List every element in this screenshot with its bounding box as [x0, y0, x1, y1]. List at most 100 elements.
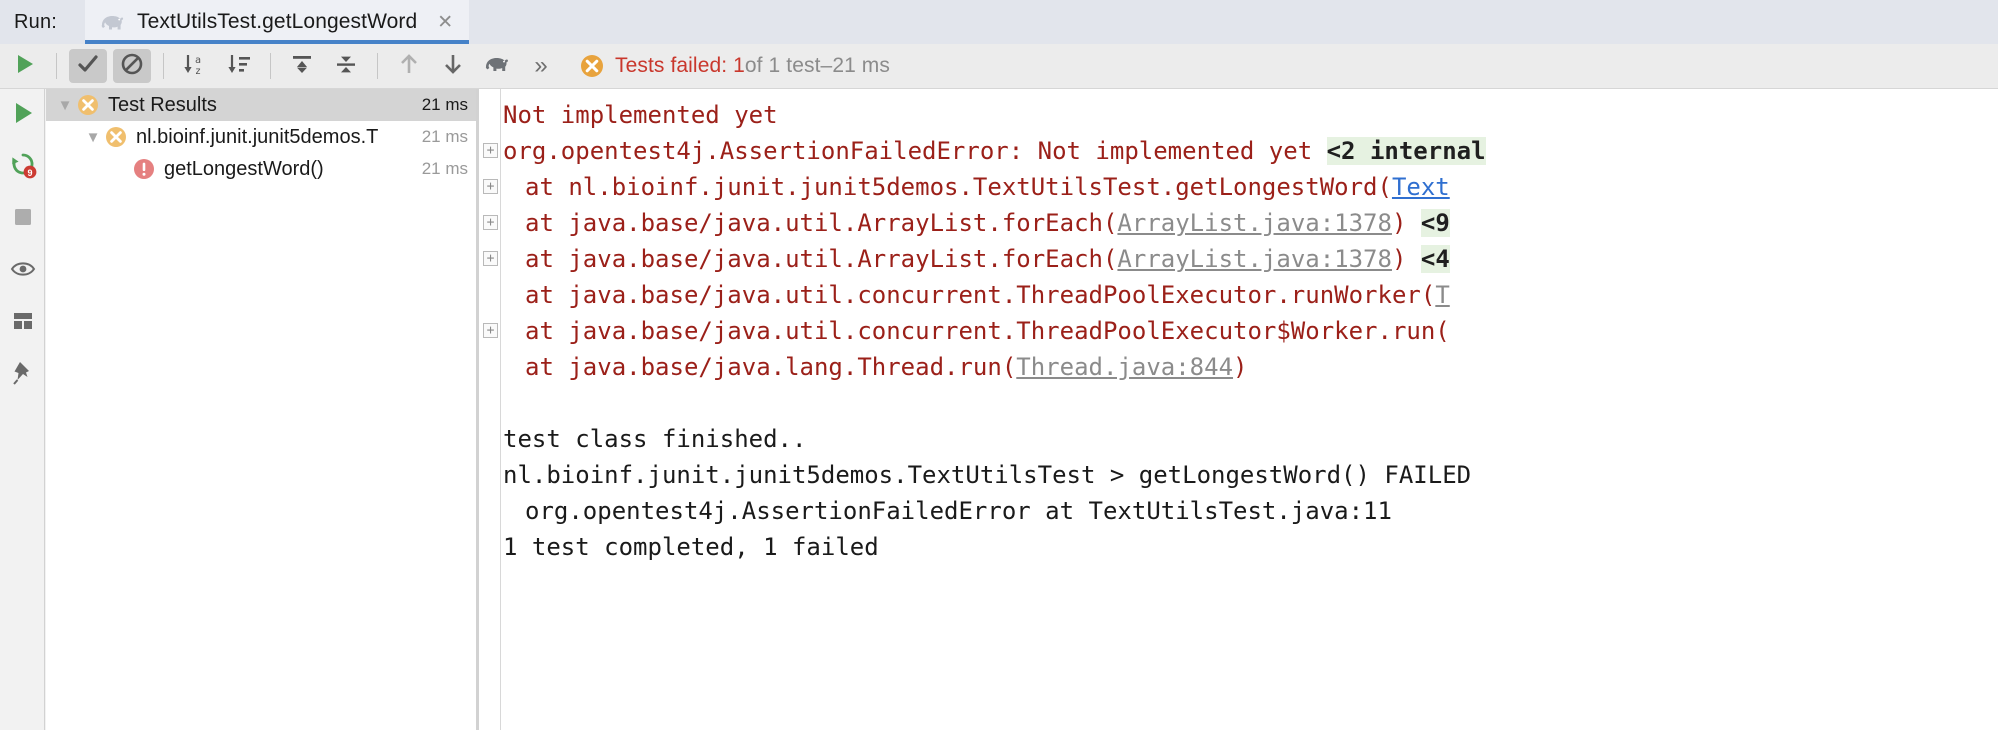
- fold-expand-icon[interactable]: +: [483, 215, 498, 230]
- previous-failed-test-button[interactable]: [390, 49, 428, 83]
- rail-run-button[interactable]: [0, 89, 45, 141]
- console-text: ): [1233, 353, 1248, 381]
- test-console-output[interactable]: Not implemented yet + org.opentest4j.Asser…: [479, 89, 1998, 730]
- run-tab-strip: Run: TextUtilsTest.getLongestWord ✕: [0, 0, 1998, 44]
- console-text: nl.bioinf.junit.junit5demos.TextUtilsTes…: [503, 461, 1472, 489]
- tree-row[interactable]: getLongestWord() 21 ms: [46, 153, 476, 185]
- stacktrace-link[interactable]: ArrayList.java:1378: [1117, 245, 1392, 273]
- expand-all-button[interactable]: [283, 49, 321, 83]
- tree-row-duration: 21 ms: [417, 153, 468, 185]
- fold-expand-icon[interactable]: +: [483, 323, 498, 338]
- tree-row[interactable]: ▼ Test Results 21 ms: [46, 89, 476, 121]
- collapse-all-icon: [333, 52, 359, 81]
- console-text: at java.base/java.util.ArrayList.forEach…: [525, 245, 1118, 273]
- rail-layout-button[interactable]: [0, 297, 45, 349]
- toolbar-separator: [377, 53, 378, 79]
- test-error-icon: [132, 157, 156, 181]
- console-line-text: at java.base/java.util.ArrayList.forEach…: [501, 205, 1450, 241]
- tests-total-label: of 1 test: [744, 54, 821, 77]
- show-ignored-toggle[interactable]: [113, 49, 151, 83]
- tree-row-duration: 21 ms: [417, 89, 468, 121]
- tree-expand-toggle-icon[interactable]: ▼: [82, 129, 104, 146]
- console-text: ): [1391, 209, 1421, 237]
- collapse-all-button[interactable]: [327, 49, 365, 83]
- console-line: org.opentest4j.AssertionFailedError at T…: [479, 493, 1998, 529]
- console-line-text: at java.base/java.lang.Thread.run(Thread…: [501, 349, 1247, 385]
- console-line: + at java.base/java.util.concurrent.Threa…: [479, 313, 1998, 349]
- collapsed-frames-badge[interactable]: <4: [1420, 245, 1450, 273]
- console-line: test class finished..: [479, 421, 1998, 457]
- console-line-text: at java.base/java.util.concurrent.Thread…: [501, 313, 1450, 349]
- console-text: at java.base/java.lang.Thread.run(: [525, 353, 1017, 381]
- rail-stop-button[interactable]: [0, 193, 45, 245]
- tree-expand-toggle-icon[interactable]: ▼: [54, 97, 76, 114]
- no-entry-icon: [120, 52, 144, 81]
- rerun-failed-icon: 9: [9, 151, 37, 184]
- console-text: at java.base/java.util.concurrent.Thread…: [525, 281, 1436, 309]
- expand-all-icon: [289, 52, 315, 81]
- sort-by-duration-button[interactable]: [220, 49, 258, 83]
- toolbar-separator: [56, 53, 57, 79]
- close-icon[interactable]: ✕: [437, 13, 453, 32]
- console-line: + at nl.bioinf.junit.junit5demos.TextUtil…: [479, 169, 1998, 205]
- console-line-text: 1 test completed, 1 failed: [501, 529, 879, 565]
- console-line-text: at java.base/java.util.concurrent.Thread…: [501, 277, 1450, 313]
- collapsed-frames-badge[interactable]: <9: [1420, 209, 1450, 237]
- test-results-tree[interactable]: ▼ Test Results 21 ms ▼ nl.bioinf.junit.junit…: [46, 89, 476, 730]
- next-failed-test-button[interactable]: [434, 49, 472, 83]
- more-toolbar-actions-button[interactable]: »: [522, 49, 560, 83]
- test-runner-toolbar: a z » Tests failed: 1 of 1 test – 21 ms: [0, 44, 1998, 89]
- stacktrace-link[interactable]: T: [1435, 281, 1449, 309]
- rail-toggle-auto-test-button[interactable]: [0, 245, 45, 297]
- sort-alphabetically-button[interactable]: a z: [176, 49, 214, 83]
- console-line-text: at nl.bioinf.junit.junit5demos.TextUtils…: [501, 169, 1450, 205]
- test-status: Tests failed: 1 of 1 test – 21 ms: [579, 53, 890, 79]
- fold-expand-icon[interactable]: +: [483, 179, 498, 194]
- sort-alpha-icon: a z: [182, 52, 208, 81]
- run-tool-window: Run: TextUtilsTest.getLongestWord ✕ a z …: [0, 0, 1998, 730]
- run-side-toolbar: 9: [0, 89, 45, 730]
- console-line: nl.bioinf.junit.junit5demos.TextUtilsTes…: [479, 457, 1998, 493]
- stacktrace-link[interactable]: ArrayList.java:1378: [1117, 209, 1392, 237]
- console-line-text: nl.bioinf.junit.junit5demos.TextUtilsTes…: [501, 457, 1471, 493]
- svg-text:9: 9: [27, 168, 32, 178]
- collapsed-frames-badge[interactable]: <2 internal: [1326, 137, 1486, 165]
- console-text: test class finished..: [503, 425, 807, 453]
- tree-row-label: Test Results: [108, 93, 217, 116]
- show-passed-toggle[interactable]: [69, 49, 107, 83]
- status-duration: 21 ms: [832, 54, 890, 77]
- console-text: org.opentest4j.AssertionFailedError: Not…: [503, 137, 1327, 165]
- rail-pin-tab-button[interactable]: [0, 349, 45, 401]
- svg-text:a: a: [195, 55, 201, 66]
- console-text: 1 test completed, 1 failed: [503, 533, 879, 561]
- stacktrace-link[interactable]: Text: [1392, 173, 1450, 201]
- stacktrace-link[interactable]: Thread.java:844: [1016, 353, 1233, 381]
- eye-icon: [10, 258, 36, 285]
- console-text: at java.base/java.util.ArrayList.forEach…: [525, 209, 1118, 237]
- run-label: Run:: [14, 10, 58, 33]
- rail-rerun-failed-button[interactable]: 9: [0, 141, 45, 193]
- tree-row-duration: 21 ms: [417, 121, 468, 153]
- toolbar-separator: [163, 53, 164, 79]
- rerun-button[interactable]: [6, 49, 44, 83]
- run-configuration-tab[interactable]: TextUtilsTest.getLongestWord ✕: [85, 0, 470, 44]
- run-tab-title: TextUtilsTest.getLongestWord: [137, 10, 418, 33]
- play-icon: [14, 52, 36, 81]
- console-line: at java.base/java.lang.Thread.run(Thread…: [479, 349, 1998, 385]
- console-line-text: Not implemented yet: [501, 97, 778, 133]
- console-line: + at java.base/java.util.ArrayList.forEac…: [479, 205, 1998, 241]
- tree-row-label: nl.bioinf.junit.junit5demos.T: [136, 125, 379, 148]
- arrow-down-icon: [442, 52, 464, 81]
- gradle-settings-button[interactable]: [478, 49, 516, 83]
- fold-expand-icon[interactable]: +: [483, 143, 498, 158]
- console-text: Not implemented yet: [503, 101, 778, 129]
- svg-text:z: z: [195, 66, 201, 76]
- console-line: Not implemented yet: [479, 97, 1998, 133]
- tree-row[interactable]: ▼ nl.bioinf.junit.junit5demos.T 21 ms: [46, 121, 476, 153]
- console-text: org.opentest4j.AssertionFailedError at T…: [525, 497, 1392, 525]
- tests-failed-count: Tests failed: 1: [615, 54, 745, 77]
- console-text: ): [1391, 245, 1421, 273]
- fold-expand-icon[interactable]: +: [483, 251, 498, 266]
- console-line-text: org.opentest4j.AssertionFailedError at T…: [501, 493, 1392, 529]
